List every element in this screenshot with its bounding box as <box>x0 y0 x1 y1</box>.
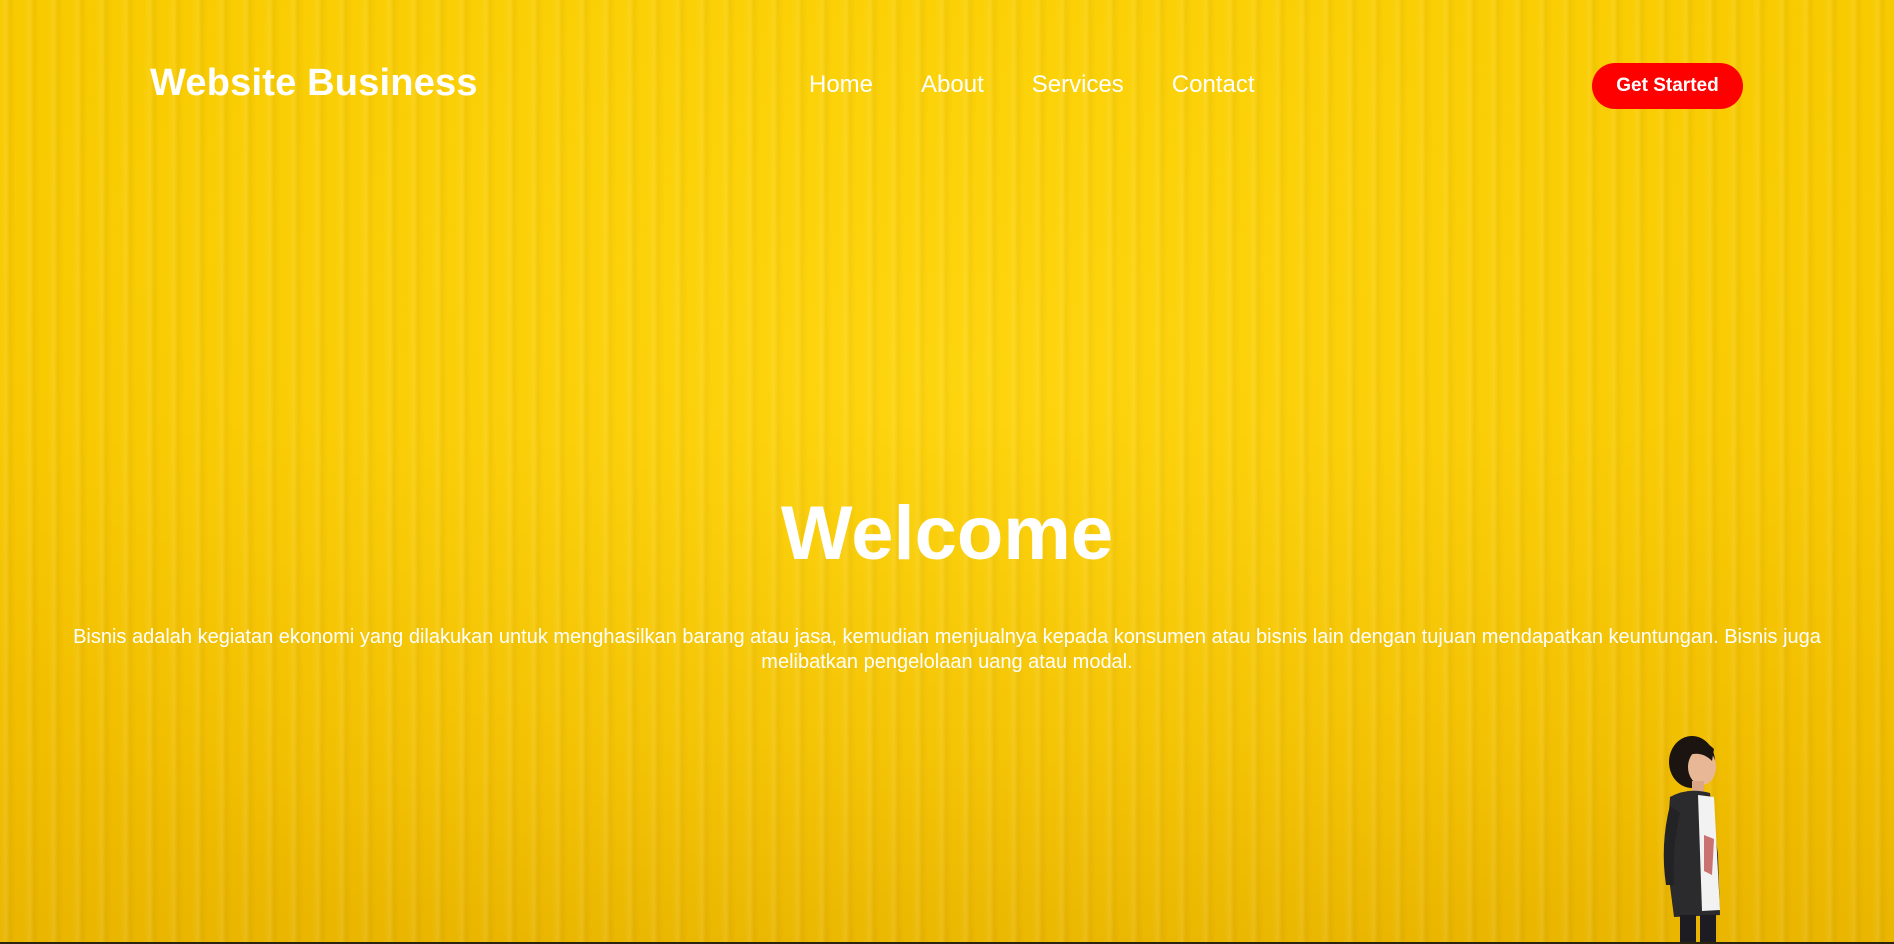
nav-link-services[interactable]: Services <box>1032 71 1124 99</box>
background-texture <box>0 0 1894 944</box>
person-photo <box>1663 736 1720 944</box>
nav-link-about[interactable]: About <box>921 71 984 99</box>
nav-link-contact[interactable]: Contact <box>1172 71 1255 99</box>
get-started-button[interactable]: Get Started <box>1592 63 1743 109</box>
hero-section: Website Business Home About Services Con… <box>0 0 1894 944</box>
hero-description: Bisnis adalah kegiatan ekonomi yang dila… <box>73 626 1821 673</box>
hero-title: Welcome <box>780 491 1114 576</box>
background-shade <box>0 0 1894 944</box>
nav-link-home[interactable]: Home <box>809 71 873 99</box>
site-logo[interactable]: Website Business <box>150 62 478 105</box>
main-nav: Home About Services Contact <box>809 71 1255 99</box>
